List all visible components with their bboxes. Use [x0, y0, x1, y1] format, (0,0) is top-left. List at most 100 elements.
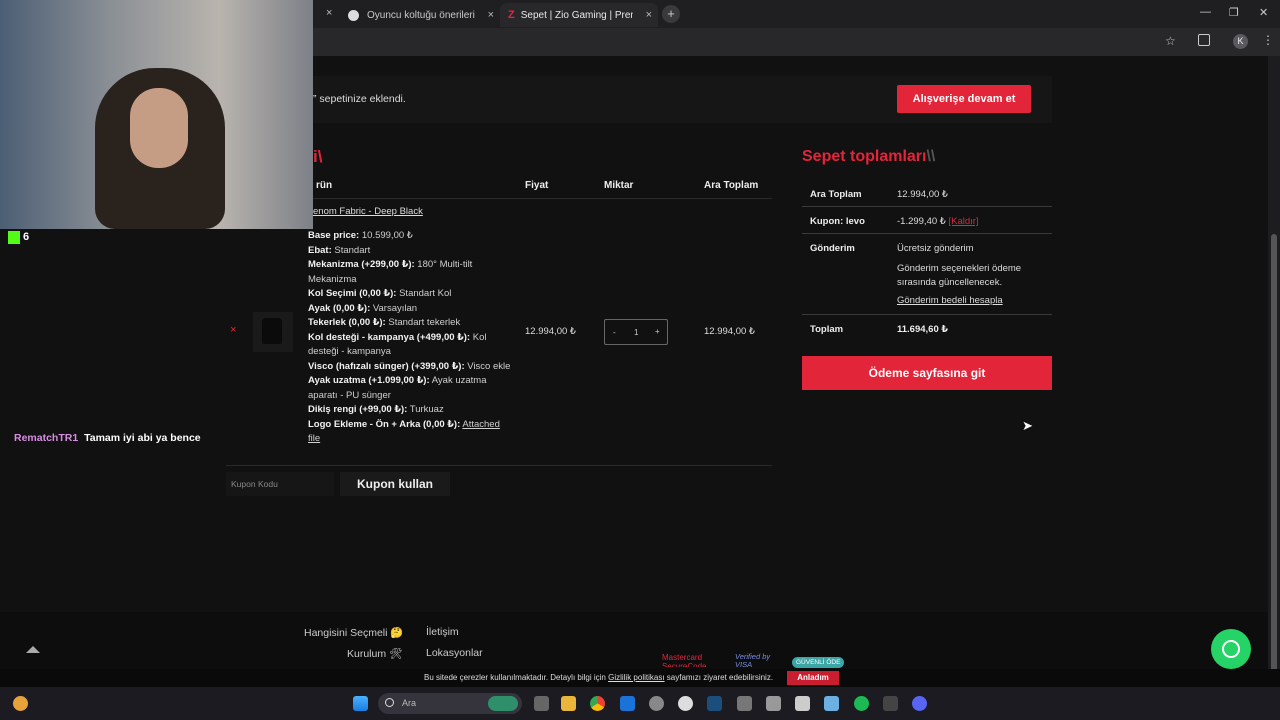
quantity-stepper[interactable]: - 1 + [604, 319, 668, 345]
product-option: Ayak (0,00 ₺): Varsayılan [308, 302, 513, 317]
option-value: Standart tekerlek [385, 317, 461, 328]
tab-label: Oyuncu koltuğu önerileri [367, 9, 475, 21]
tab-close-icon[interactable]: × [326, 7, 332, 19]
option-value: Visco ekle [464, 360, 511, 372]
option-value: Standart Kol [396, 288, 452, 299]
start-icon[interactable] [353, 696, 368, 711]
kick-logo-icon [8, 231, 20, 244]
cookie-text-after: sayfamızı ziyaret edebilirsiniz. [664, 673, 774, 682]
shipping-note: Gönderim seçenekleri ödeme sırasında gün… [897, 263, 1022, 288]
item-price: 12.994,00 ₺ [525, 326, 576, 337]
accept-cookies-button[interactable]: Anladım [787, 671, 839, 685]
webcam-face [130, 88, 188, 168]
tab-oyuncu-koltugu[interactable]: Oyuncu koltuğu önerileri × [340, 3, 500, 27]
tab-close-icon[interactable]: × [646, 9, 652, 21]
calculator-icon[interactable] [737, 696, 752, 711]
calculate-shipping-link[interactable]: Gönderim bedeli hesapla [897, 295, 1003, 306]
option-key: Ayak uzatma (+1.099,00 ₺): [308, 375, 430, 386]
option-key: Dikiş rengi (+99,00 ₺): [308, 404, 408, 415]
app-icon-5[interactable] [883, 696, 898, 711]
app-icon-2[interactable] [678, 696, 693, 711]
product-options: Base price: 10.599,00 ₺ Ebat: Standart Mek… [308, 229, 513, 447]
close-window-icon[interactable]: ✕ [1259, 6, 1268, 19]
product-option: Mekanizma (+299,00 ₺): 180° Multi-tilt M… [308, 258, 513, 287]
totals-row-coupon: Kupon: levo -1.299,40 ₺ [Kaldır] [802, 207, 1052, 234]
page-scrollbar[interactable] [1268, 56, 1280, 676]
app-icon-3[interactable] [766, 696, 781, 711]
search-highlight-icon [488, 696, 518, 711]
scrollbar-thumb[interactable] [1271, 234, 1277, 676]
extensions-icon[interactable] [1198, 34, 1210, 46]
webcam-overlay [0, 0, 313, 229]
tab-sepet[interactable]: Z Sepet | Zio Gaming | Premium O × [500, 3, 658, 27]
continue-shopping-button[interactable]: Alışverişe devam et [897, 85, 1031, 113]
google-icon [348, 9, 359, 21]
scroll-to-top-icon[interactable] [26, 646, 40, 653]
totals-row-subtotal: Ara Toplam 12.994,00 ₺ [802, 180, 1052, 207]
minimize-icon[interactable]: — [1200, 6, 1211, 18]
totals-row-total: Toplam 11.694,60 ₺ [802, 315, 1052, 342]
totals-coupon-value: -1.299,40 ₺ [Kaldır] [897, 216, 979, 227]
cart-totals-title: Sepet toplamları\\ [802, 148, 935, 166]
product-option: Kol Seçimi (0,00 ₺): Standart Kol [308, 287, 513, 302]
col-qty: Miktar [604, 180, 634, 191]
mastercard-securecode-logo: Mastercard SecureCode [662, 653, 707, 667]
privacy-policy-link[interactable]: Gizlilik politikası [608, 673, 664, 682]
taskbar-search-box[interactable]: Ara [378, 693, 522, 714]
profile-avatar[interactable]: K [1233, 34, 1248, 49]
footer-link-hangisini[interactable]: Hangisini Seçmeli 🤔 [304, 626, 403, 639]
zio-logo-icon: Z [508, 9, 515, 21]
col-product: rün [316, 180, 333, 191]
app-icon-4[interactable] [795, 696, 810, 711]
option-value: 10.599,00 ₺ [359, 230, 413, 241]
product-option: Dikiş rengi (+99,00 ₺): Turkuaz [308, 403, 513, 418]
discord-icon[interactable] [912, 696, 927, 711]
app-icon-1[interactable] [649, 696, 664, 711]
site-footer: Hangisini Seçmeli 🤔 Kurulum 🛠 İletişim L… [0, 612, 1268, 669]
chat-message: RematchTR1 Tamam iyi abi ya bence [14, 432, 201, 444]
mouse-cursor-icon: ➤ [1022, 418, 1033, 433]
task-view-icon[interactable] [534, 696, 549, 711]
footer-link-kurulum[interactable]: Kurulum 🛠 [347, 647, 402, 660]
new-tab-button[interactable]: + [662, 5, 680, 23]
restore-icon[interactable]: ❐ [1229, 6, 1239, 19]
remove-coupon-link[interactable]: [Kaldır] [948, 216, 978, 227]
footer-link-iletisim[interactable]: İletişim [426, 626, 459, 638]
coupon-placeholder: Kupon Kodu [231, 479, 278, 489]
product-option: Logo Ekleme - Ön + Arka (0,00 ₺): Attach… [308, 418, 513, 447]
remove-item-icon[interactable]: × [230, 324, 236, 336]
bookmark-star-icon[interactable]: ☆ [1165, 34, 1176, 48]
option-key: Kol Seçimi (0,00 ₺): [308, 288, 397, 299]
cookie-text: Bu sitede çerezler kullanılmaktadır. Det… [424, 673, 773, 682]
weather-icon[interactable] [13, 696, 28, 711]
chrome-icon[interactable] [590, 696, 605, 711]
qty-minus-button[interactable]: - [613, 328, 616, 337]
tab-close-icon[interactable]: × [488, 9, 494, 21]
menu-kebab-icon[interactable]: ⋮ [1262, 33, 1274, 47]
product-name-link[interactable]: enom Fabric - Deep Black [313, 206, 423, 217]
totals-subtotal-label: Ara Toplam [810, 189, 862, 200]
option-value: Turkuaz [407, 404, 444, 415]
col-subtotal: Ara Toplam [704, 180, 759, 191]
product-thumbnail[interactable] [253, 312, 293, 352]
qty-plus-button[interactable]: + [655, 327, 660, 336]
mail-icon[interactable] [620, 696, 635, 711]
row-divider [226, 465, 772, 466]
chat-username: RematchTR1 [14, 432, 79, 444]
coupon-code-input[interactable]: Kupon Kodu [226, 472, 334, 496]
spotify-icon[interactable] [854, 696, 869, 711]
cart-title: i\ [313, 147, 323, 166]
option-key: Visco (hafızalı sünger) (+399,00 ₺): [308, 360, 465, 372]
whatsapp-button[interactable] [1211, 629, 1251, 669]
footer-link-lokasyonlar[interactable]: Lokasyonlar [426, 647, 483, 659]
tab-label: Sepet | Zio Gaming | Premium O [520, 9, 633, 21]
option-key: Mekanizma (+299,00 ₺): [308, 259, 415, 270]
notepad-icon[interactable] [824, 696, 839, 711]
apply-coupon-button[interactable]: Kupon kullan [340, 472, 450, 496]
proceed-to-checkout-button[interactable]: Ödeme sayfasına git [802, 356, 1052, 390]
option-key: Ebat: [308, 244, 332, 256]
qty-input[interactable]: 1 [634, 328, 638, 337]
file-explorer-icon[interactable] [561, 696, 576, 711]
viewer-count: 6 [23, 231, 30, 243]
steam-icon[interactable] [707, 696, 722, 711]
